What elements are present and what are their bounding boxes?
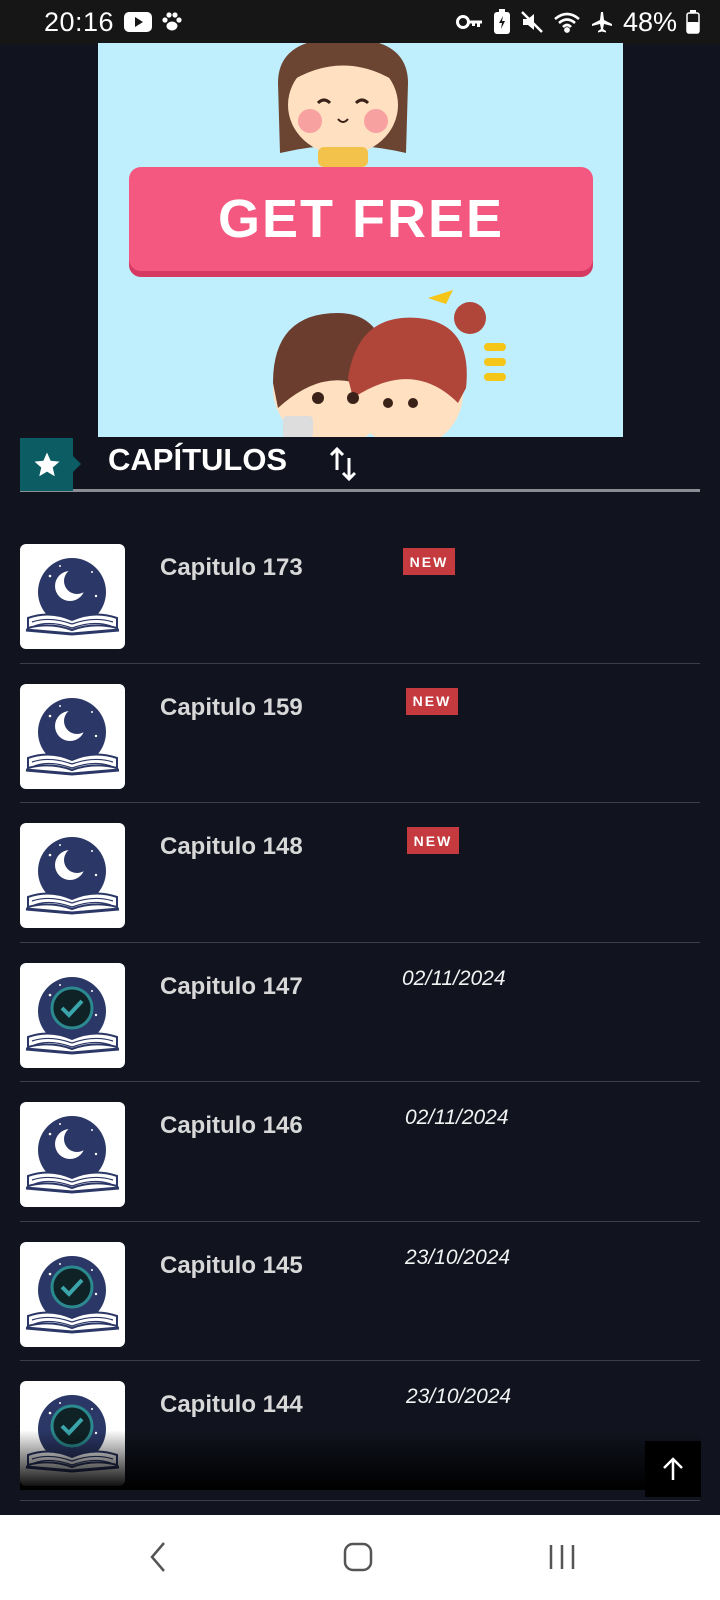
chapter-date: 02/11/2024 bbox=[402, 966, 506, 990]
paw-icon bbox=[160, 9, 184, 35]
chapter-date: 02/11/2024 bbox=[405, 1106, 509, 1129]
new-badge: NEW bbox=[403, 548, 455, 575]
chapter-title[interactable]: Capitulo 145 bbox=[160, 1252, 303, 1280]
chapter-title[interactable]: Capitulo 144 bbox=[160, 1391, 303, 1419]
battery-percent: 48% bbox=[622, 6, 677, 37]
chapter-thumbnail-read[interactable] bbox=[20, 1241, 125, 1347]
youtube-icon bbox=[124, 9, 153, 35]
get-free-button[interactable]: GET FREE bbox=[129, 167, 593, 271]
mute-icon bbox=[520, 9, 544, 35]
chapter-title[interactable]: Capitulo 147 bbox=[160, 973, 303, 1001]
battery-icon bbox=[686, 9, 700, 35]
chapter-thumbnail[interactable] bbox=[20, 544, 125, 649]
chapter-title[interactable]: Capitulo 146 bbox=[160, 1112, 303, 1140]
star-icon bbox=[20, 438, 81, 491]
recents-icon[interactable] bbox=[532, 1535, 592, 1579]
status-time: 20:16 bbox=[44, 6, 115, 37]
home-icon[interactable] bbox=[328, 1535, 388, 1579]
system-nav-bar bbox=[0, 1515, 720, 1600]
chapter-row[interactable]: Capitulo 173 NEW bbox=[20, 524, 700, 664]
ad-couple-illustration bbox=[273, 290, 506, 437]
new-badge: NEW bbox=[406, 687, 458, 715]
arrow-up-icon bbox=[663, 1457, 683, 1480]
chapter-row[interactable]: Capitulo 159 NEW bbox=[20, 664, 700, 803]
chapter-thumbnail[interactable] bbox=[20, 1102, 125, 1207]
chapter-row[interactable]: Capitulo 146 02/11/2024 bbox=[20, 1082, 700, 1222]
status-bar: 20:16 48% bbox=[0, 0, 720, 44]
scroll-to-top-button[interactable] bbox=[645, 1441, 701, 1497]
wifi-icon bbox=[553, 9, 581, 35]
chapters-title: CAPÍTULOS bbox=[108, 442, 288, 477]
chapter-title[interactable]: Capitulo 159 bbox=[160, 694, 303, 722]
chapters-header: CAPÍTULOS bbox=[20, 438, 700, 492]
chapter-thumbnail[interactable] bbox=[20, 683, 125, 789]
battery-saver-icon bbox=[493, 9, 511, 35]
back-icon[interactable] bbox=[128, 1535, 188, 1579]
chapter-row[interactable]: Capitulo 145 23/10/2024 bbox=[20, 1222, 700, 1361]
chapter-thumbnail[interactable] bbox=[20, 823, 125, 928]
ad-banner[interactable]: GET FREE bbox=[98, 43, 623, 437]
chapter-date: 23/10/2024 bbox=[405, 1245, 511, 1269]
chapter-title[interactable]: Capitulo 173 bbox=[160, 554, 303, 582]
chapter-thumbnail-read[interactable] bbox=[20, 962, 125, 1068]
chapter-list: Capitulo 173 NEW Capitulo 159 NEW Capitulo 1… bbox=[20, 524, 700, 1501]
sort-icon[interactable] bbox=[328, 444, 358, 484]
chapter-title[interactable]: Capitulo 148 bbox=[160, 833, 303, 861]
ad-girl-illustration bbox=[278, 43, 408, 167]
chapter-row[interactable]: Capitulo 148 NEW bbox=[20, 803, 700, 943]
new-badge: NEW bbox=[407, 827, 459, 854]
list-fade-overlay bbox=[20, 1430, 700, 1490]
chapter-date: 23/10/2024 bbox=[406, 1385, 512, 1408]
chapter-row[interactable]: Capitulo 147 02/11/2024 bbox=[20, 943, 700, 1082]
key-icon bbox=[455, 9, 484, 35]
airplane-icon bbox=[590, 9, 614, 35]
